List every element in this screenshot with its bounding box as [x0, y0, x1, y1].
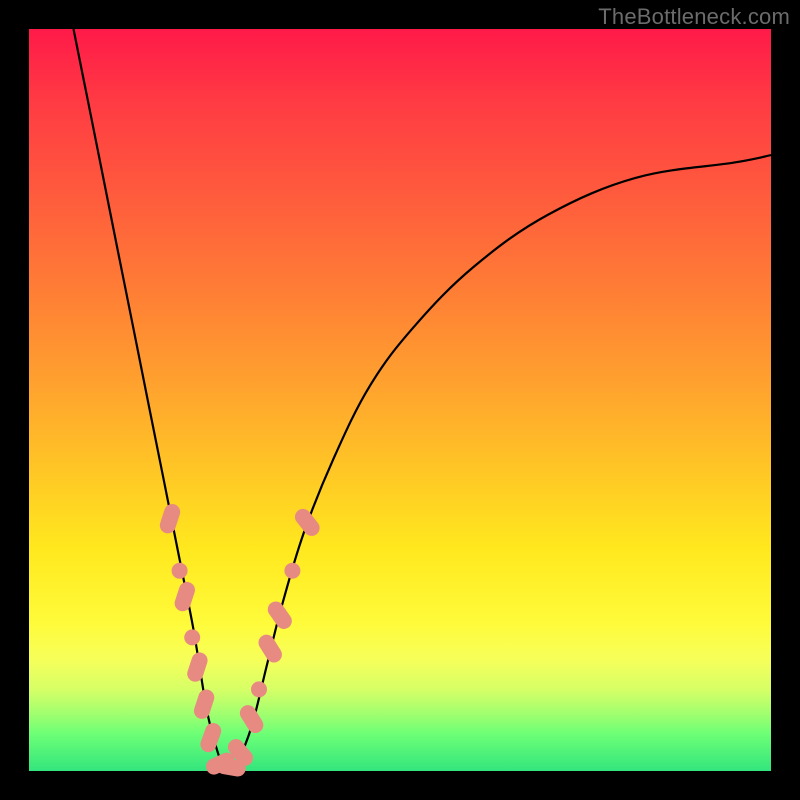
data-marker — [192, 687, 216, 720]
data-marker — [292, 506, 323, 539]
chart-plot-area — [29, 29, 771, 771]
bottleneck-curve — [74, 29, 772, 771]
chart-frame: TheBottleneck.com — [0, 0, 800, 800]
data-marker — [237, 702, 266, 736]
data-marker — [284, 563, 300, 579]
data-marker — [198, 721, 223, 755]
data-marker — [158, 502, 182, 535]
watermark-text: TheBottleneck.com — [598, 4, 790, 30]
data-marker — [185, 650, 209, 683]
chart-svg — [29, 29, 771, 771]
data-marker — [173, 580, 197, 613]
data-marker — [265, 598, 295, 632]
data-marker — [251, 681, 267, 697]
data-marker — [184, 629, 200, 645]
data-marker — [255, 632, 284, 666]
data-marker — [172, 563, 188, 579]
marker-group — [158, 502, 323, 778]
